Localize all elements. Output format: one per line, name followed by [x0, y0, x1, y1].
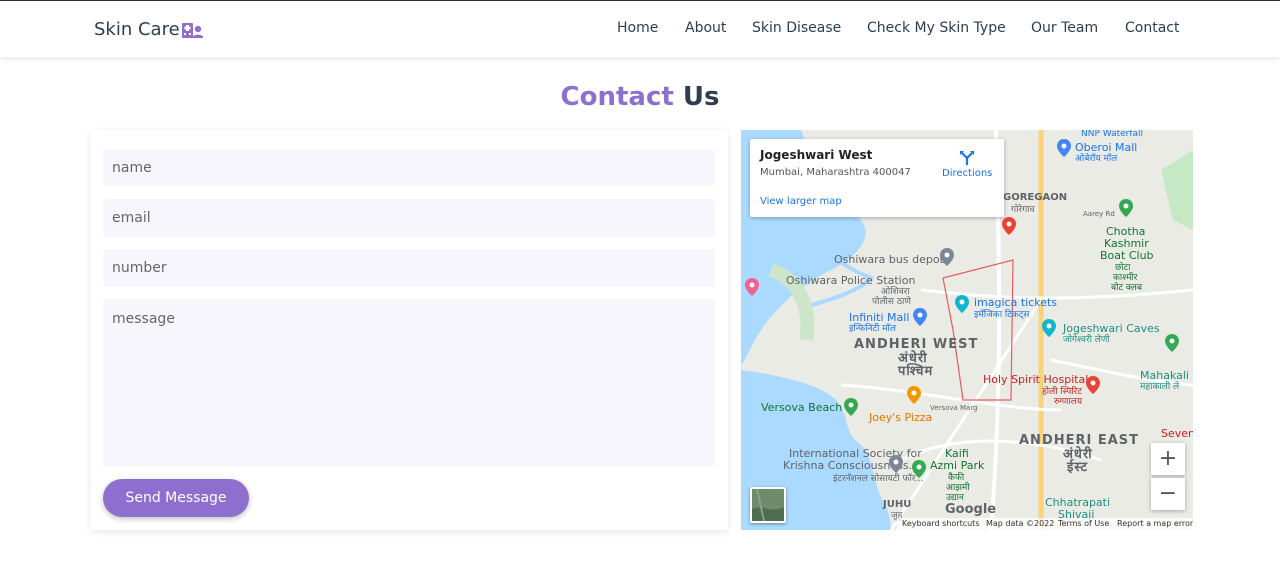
nav-skin-disease[interactable]: Skin Disease: [752, 20, 841, 36]
poi-label: बोट क्लब: [1111, 283, 1143, 293]
message-textarea[interactable]: [103, 299, 715, 467]
poi-label: महाकाली ले: [1140, 382, 1180, 392]
contact-form: Send Message: [91, 130, 728, 530]
zoom-out-button[interactable]: −: [1151, 478, 1185, 510]
poi-label: NNP Waterfall: [1081, 130, 1144, 139]
poi-label: Oshiwara bus depot: [834, 253, 944, 266]
area-label: गोरेगाव: [1011, 205, 1035, 215]
brand-name: Skin Care: [94, 19, 180, 40]
map-pin-icon: [1165, 334, 1179, 352]
place-title: Jogeshwari West: [760, 148, 873, 162]
map-pin-icon: [1119, 199, 1133, 217]
poi-label: Azmi Park: [930, 459, 985, 472]
map-pin-icon: [940, 248, 954, 266]
page-title-rest: Us: [682, 82, 720, 112]
map-pin-icon: [1002, 217, 1016, 235]
name-input[interactable]: [103, 149, 715, 186]
nav-our-team[interactable]: Our Team: [1031, 20, 1098, 36]
poi-label: इन्फिनिटी मॉल: [849, 324, 896, 334]
area-label: ईस्ट: [1067, 460, 1088, 475]
google-map-embed[interactable]: NNP Waterfall Oberoi Mall ओबेरॉय मॉल GOR…: [741, 130, 1193, 530]
report-map-error-link[interactable]: Report a map error: [1117, 519, 1193, 528]
road-label: Aarey Rd: [1083, 210, 1115, 218]
keyboard-shortcuts-link[interactable]: Keyboard shortcuts: [902, 519, 979, 528]
satellite-toggle-button[interactable]: [750, 487, 786, 523]
hospital-user-icon: [181, 22, 203, 38]
poi-label: Versova Beach: [761, 401, 843, 414]
map-pin-icon: [745, 278, 759, 296]
poi-label: जोगेश्वरी लेणी: [1063, 335, 1110, 345]
poi-label: Boat Club: [1100, 249, 1154, 262]
poi-label: Seven: [1161, 427, 1193, 440]
poi-label: पोलीस ठाणे: [872, 297, 911, 307]
map-pin-icon: [907, 386, 921, 404]
area-label: GOREGAON: [1003, 192, 1068, 203]
nav-home[interactable]: Home: [617, 20, 658, 36]
terms-of-use-link[interactable]: Terms of Use: [1058, 519, 1109, 528]
map-pin-icon: [889, 455, 903, 473]
nav-about[interactable]: About: [685, 20, 726, 36]
nav-check-skin-type[interactable]: Check My Skin Type: [867, 20, 1006, 36]
page-title: Contact Us: [0, 82, 1280, 112]
map-data-label: Map data ©2022: [986, 519, 1055, 528]
directions-label: Directions: [942, 168, 993, 179]
area-label: ANDHERI EAST: [1019, 433, 1140, 448]
map-pin-icon: [1057, 139, 1071, 157]
brand-logo[interactable]: Skin Care: [94, 19, 203, 40]
email-input[interactable]: [103, 199, 715, 237]
map-pin-icon: [913, 308, 927, 326]
poi-label: imagica tickets: [974, 296, 1058, 309]
poi-label: रुग्णालय: [1054, 397, 1083, 407]
site-header: Skin Care Home About Skin Disease Check …: [0, 1, 1280, 57]
page-title-accent: Contact: [560, 82, 674, 112]
zoom-in-button[interactable]: +: [1151, 443, 1185, 475]
poi-label: इंटरनॅशनल सोसायटी फॉर...: [833, 474, 925, 484]
number-input[interactable]: [103, 249, 715, 287]
satellite-thumbnail-icon: [752, 489, 784, 521]
google-logo: Google: [945, 502, 997, 517]
map-pin-icon: [955, 295, 969, 313]
poi-label: ओबेरॉय मॉल: [1075, 154, 1118, 164]
poi-label: Holy Spirit Hospital: [983, 373, 1089, 386]
map-pin-icon: [844, 398, 858, 416]
map-pin-icon: [1042, 319, 1056, 337]
directions-button[interactable]: Directions: [942, 148, 992, 179]
area-label: पश्चिम: [898, 364, 934, 379]
poi-label: Joey's Pizza: [869, 411, 933, 424]
road-label: Versova Marg: [930, 404, 978, 412]
poi-label: इमॅजिका टिकट्स: [974, 310, 1030, 320]
map-attribution-bar: Keyboard shortcuts Map data ©2022 Terms …: [897, 518, 1193, 530]
place-address: Mumbai, Maharashtra 400047: [760, 167, 911, 178]
directions-icon: [960, 151, 974, 165]
view-larger-map-link[interactable]: View larger map: [760, 196, 842, 207]
area-label: ANDHERI WEST: [854, 337, 979, 352]
map-pin-icon: [912, 460, 926, 478]
map-pin-icon: [1086, 376, 1100, 394]
place-info-card: Jogeshwari West Mumbai, Maharashtra 4000…: [750, 139, 1004, 217]
send-message-button[interactable]: Send Message: [103, 479, 249, 517]
nav-contact[interactable]: Contact: [1125, 20, 1179, 36]
